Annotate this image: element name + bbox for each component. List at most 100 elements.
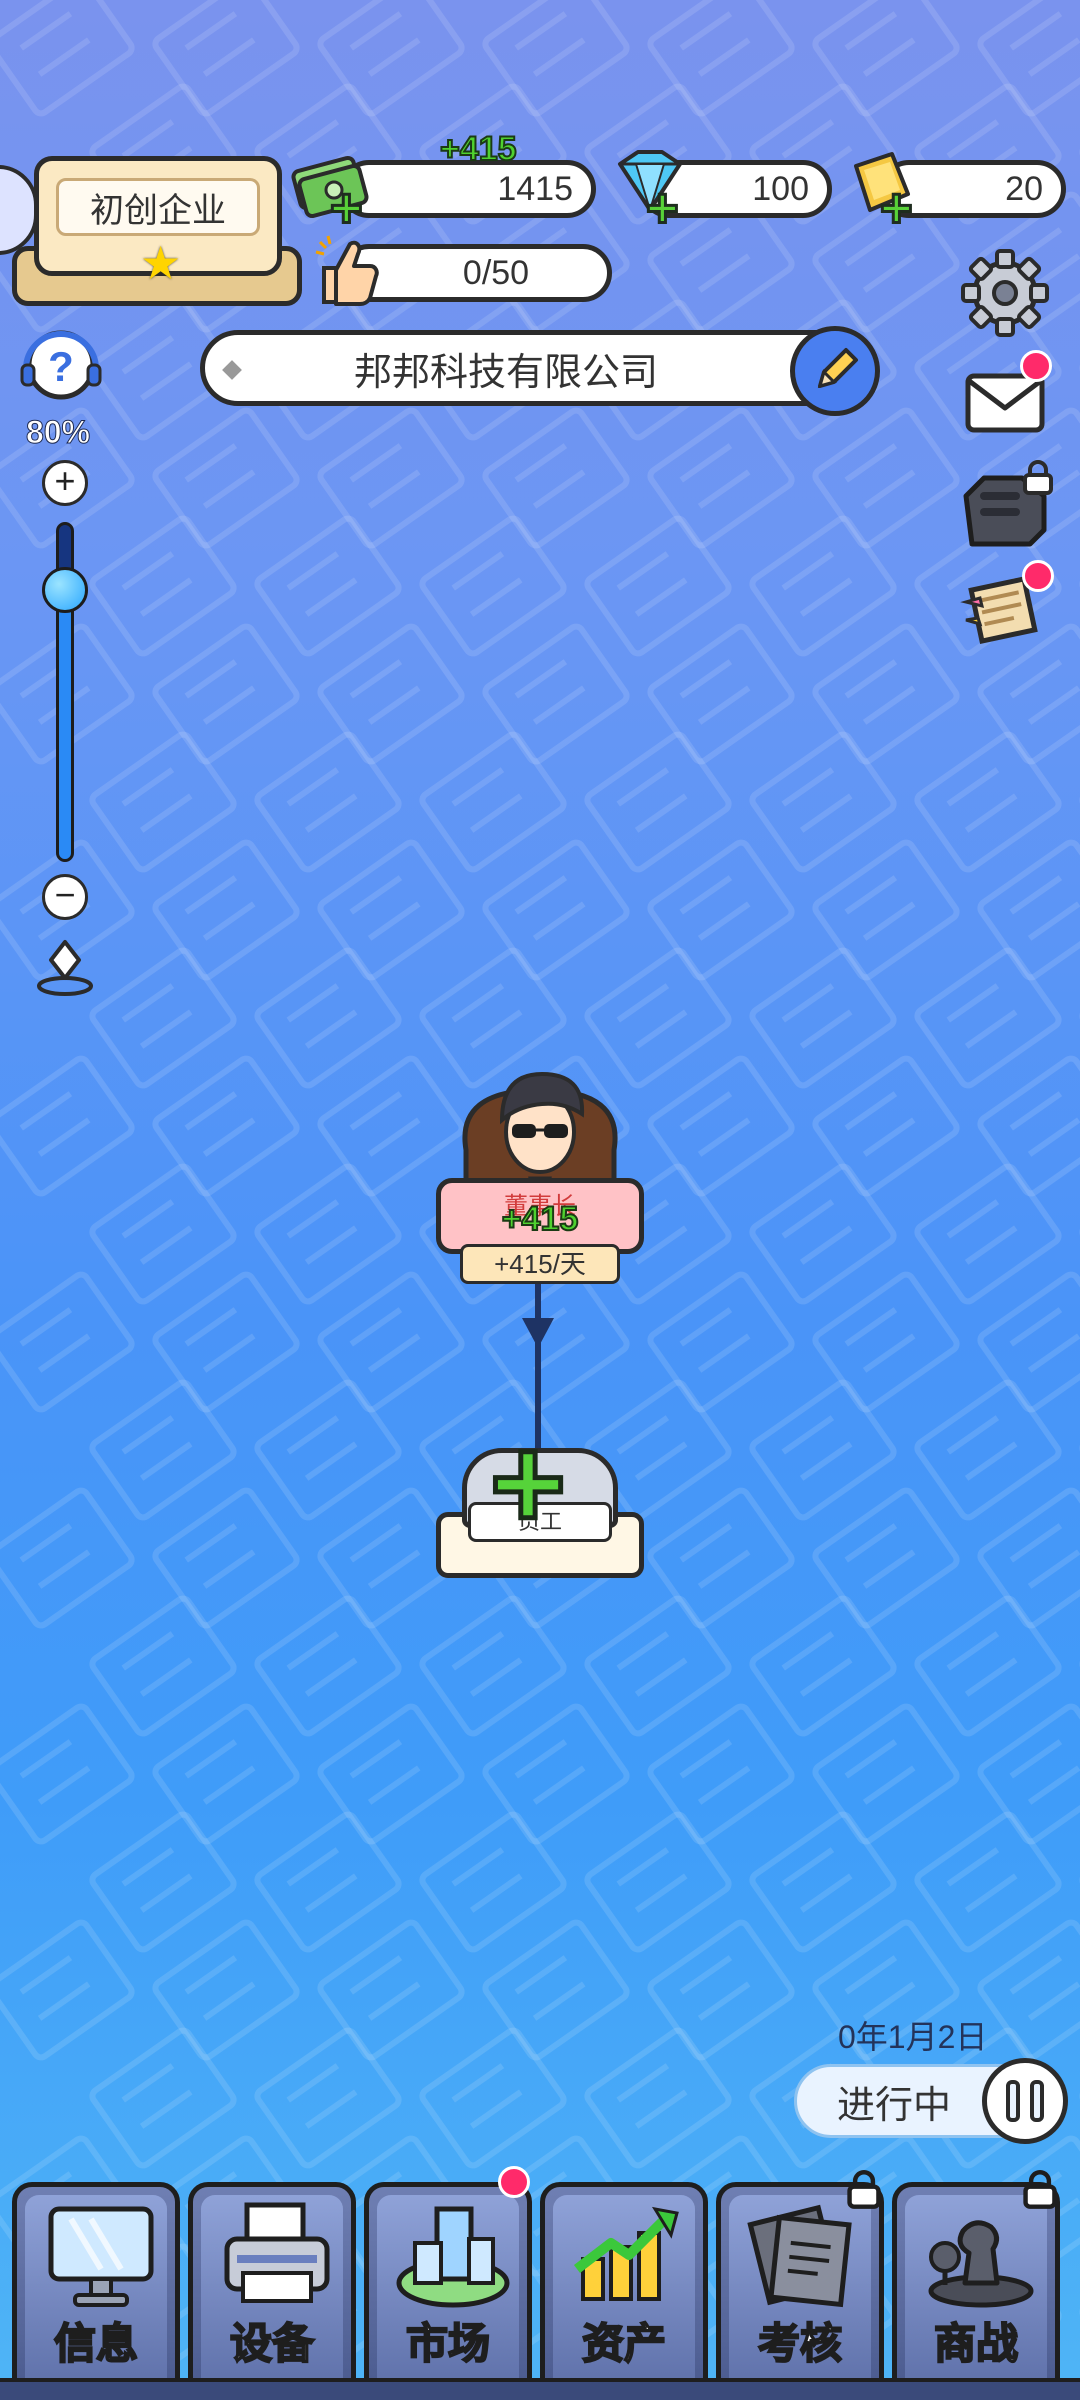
printer-icon [224, 2202, 330, 2303]
thumbs-up-icon [315, 235, 379, 306]
background-tile [310, 1276, 460, 1396]
nav-button-5[interactable]: 商战 [892, 2182, 1060, 2400]
zoom-out-button[interactable]: − [42, 874, 88, 920]
background-tile [907, 1816, 1057, 1936]
star-icon: ★ [140, 237, 182, 289]
background-tile [577, 736, 727, 856]
background-tile [805, 1492, 955, 1612]
background-tile [82, 1600, 232, 1720]
mail-badge [1020, 350, 1052, 382]
company-rank-card[interactable]: 初创企业 ★ [12, 150, 302, 308]
background-tile [145, 628, 295, 748]
background-tile [0, 1276, 130, 1396]
background-tile [0, 1708, 130, 1828]
background-tile [310, 1924, 460, 2044]
background-tile [640, 844, 790, 964]
background-tile [310, 628, 460, 748]
nav-label: 资产 [581, 2319, 667, 2368]
background-tile [82, 2032, 232, 2152]
org-connector-arrow-icon [522, 1318, 554, 1348]
locate-center-icon[interactable] [34, 938, 96, 1000]
background-tile [742, 1168, 892, 1288]
pause-button[interactable] [982, 2058, 1068, 2144]
background-tile [805, 0, 955, 100]
background-tile [907, 736, 1057, 856]
background-tile [82, 1816, 232, 1936]
bullet-icon [222, 360, 242, 380]
background-tile [310, 1708, 460, 1828]
nav-label: 信息 [53, 2319, 139, 2368]
background-tile [412, 520, 562, 640]
nav-button-0[interactable]: 信息 [12, 2182, 180, 2400]
background-tile [1072, 304, 1080, 424]
background-tile [247, 1168, 397, 1288]
background-tile [247, 736, 397, 856]
background-tile [1072, 1384, 1080, 1504]
background-tile [1072, 2248, 1080, 2368]
nav-button-4[interactable]: 考核 [716, 2182, 884, 2400]
ceo-gain: +415 [501, 1199, 580, 1239]
background-tile [640, 0, 790, 100]
notes-badge [1022, 560, 1054, 592]
add-diamond-button[interactable]: + [645, 178, 681, 237]
background-tile [742, 1600, 892, 1720]
monitor-icon [48, 2206, 154, 2307]
nav-button-2[interactable]: 市场 [364, 2182, 532, 2400]
svg-text:?: ? [48, 343, 74, 390]
background-tile [247, 1816, 397, 1936]
edit-name-button[interactable] [790, 326, 880, 416]
background-tile [82, 1384, 232, 1504]
background-tile [475, 0, 625, 100]
cash-gain: +415 [439, 129, 518, 169]
background-tile [805, 1276, 955, 1396]
game-status-label: 进行中 [837, 2084, 952, 2127]
background-tile [1072, 88, 1080, 208]
background-tile [907, 952, 1057, 1072]
background-tile [247, 520, 397, 640]
nav-button-3[interactable]: 资产 [540, 2182, 708, 2400]
background-tile [805, 628, 955, 748]
background-tile [412, 736, 562, 856]
bottom-nav-strip [0, 2378, 1080, 2400]
background-tile [145, 1924, 295, 2044]
background-tile [82, 520, 232, 640]
background-tile [0, 0, 130, 100]
background-tile [1072, 1168, 1080, 1288]
background-tile [247, 952, 397, 1072]
background-tile [640, 1060, 790, 1180]
background-tile [640, 628, 790, 748]
background-tile [805, 844, 955, 964]
background-tile [742, 736, 892, 856]
background-tile [640, 412, 790, 532]
nav-badge [498, 2166, 530, 2198]
background-tile [907, 1600, 1057, 1720]
company-name: 邦邦科技有限公司 [353, 351, 658, 394]
diamond-value: 100 [752, 169, 809, 208]
nav-button-1[interactable]: 设备 [188, 2182, 356, 2400]
background-tile [805, 1708, 955, 1828]
background-tile [475, 1708, 625, 1828]
help-support-icon[interactable]: ? [18, 325, 104, 411]
background-tile [145, 412, 295, 532]
background-tile [805, 1060, 955, 1180]
lock-icon [1023, 460, 1053, 495]
background-tile [145, 1276, 295, 1396]
background-tile [247, 1384, 397, 1504]
background-tile [145, 1708, 295, 1828]
zoom-in-button[interactable]: + [42, 460, 88, 506]
zoom-slider-handle[interactable] [42, 567, 88, 613]
add-cash-button[interactable]: + [329, 178, 365, 237]
add-gold-button[interactable]: + [879, 178, 915, 237]
settings-gear-icon[interactable] [960, 248, 1050, 338]
add-employee-plus-icon[interactable]: + [488, 1416, 569, 1551]
background-tile [640, 1492, 790, 1612]
background-tile [82, 1168, 232, 1288]
chess-icon [928, 2220, 1034, 2308]
background-tile [475, 844, 625, 964]
background-tile [475, 628, 625, 748]
growth-chart-icon [573, 2206, 679, 2301]
background-tile [907, 1168, 1057, 1288]
background-tile [1072, 520, 1080, 640]
background-tile [577, 1816, 727, 1936]
background-tile [1072, 2032, 1080, 2152]
